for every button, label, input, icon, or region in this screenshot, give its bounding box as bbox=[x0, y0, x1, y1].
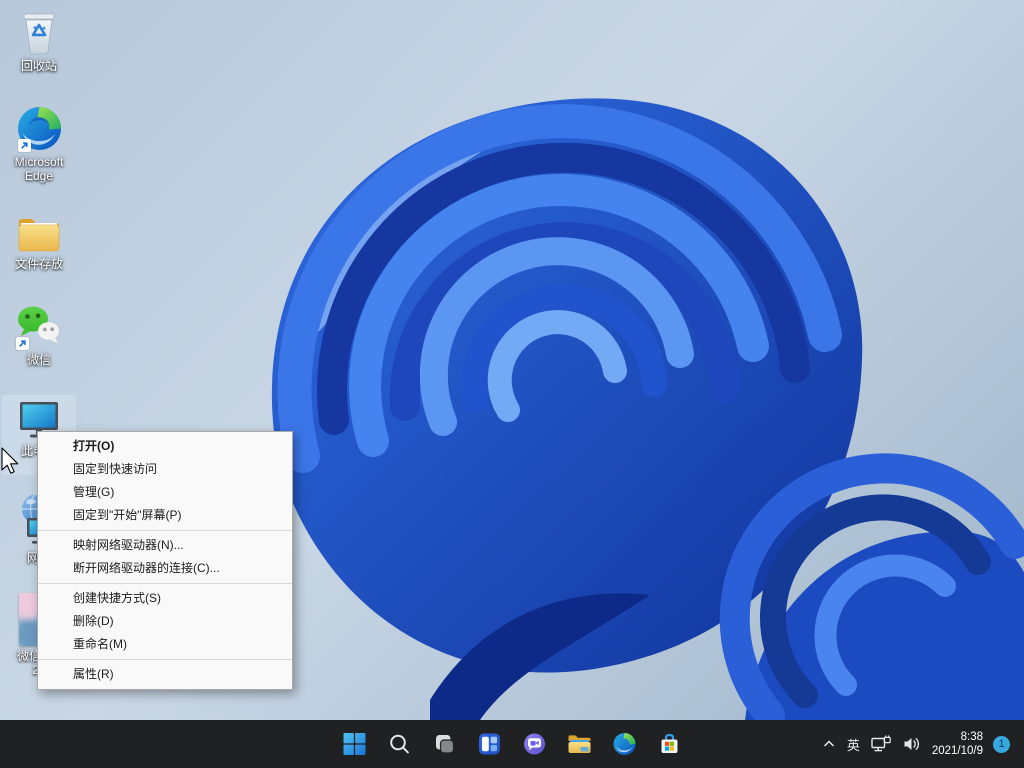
desktop[interactable]: 回收站 Microsoft Edge 文件存放 bbox=[0, 0, 1024, 768]
icon-label: Microsoft Edge bbox=[2, 155, 76, 183]
chevron-up-icon bbox=[821, 736, 837, 752]
shortcut-arrow-icon bbox=[18, 139, 31, 152]
wechat-icon bbox=[14, 298, 64, 350]
tray-date: 2021/10/9 bbox=[932, 744, 983, 758]
search-button[interactable] bbox=[380, 724, 420, 764]
clock[interactable]: 8:38 2021/10/9 bbox=[932, 730, 983, 758]
desktop-icon-folder[interactable]: 文件存放 bbox=[2, 202, 76, 271]
menu-item-manage[interactable]: 管理(G) bbox=[38, 481, 292, 504]
microsoft-store-icon bbox=[658, 732, 682, 756]
context-menu-group: 创建快捷方式(S) 删除(D) 重命名(M) bbox=[38, 583, 292, 656]
notification-badge[interactable]: 1 bbox=[993, 736, 1010, 753]
tray-chevron-button[interactable] bbox=[821, 736, 837, 752]
menu-item-disconnect-network-drive[interactable]: 断开网络驱动器的连接(C)... bbox=[38, 557, 292, 580]
menu-item-delete[interactable]: 删除(D) bbox=[38, 610, 292, 633]
taskbar-center-icons bbox=[335, 720, 690, 768]
taskbar: 英 8:38 2021/10 bbox=[0, 720, 1024, 768]
store-button[interactable] bbox=[650, 724, 690, 764]
mouse-cursor bbox=[1, 447, 21, 477]
system-tray: 英 8:38 2021/10 bbox=[821, 720, 1024, 768]
context-menu-group: 映射网络驱动器(N)... 断开网络驱动器的连接(C)... bbox=[38, 530, 292, 580]
menu-item-open[interactable]: 打开(O) bbox=[38, 435, 292, 458]
taskbar-edge-button[interactable] bbox=[605, 724, 645, 764]
menu-item-pin-to-start[interactable]: 固定到"开始"屏幕(P) bbox=[38, 504, 292, 527]
chat-button[interactable] bbox=[515, 724, 555, 764]
file-explorer-icon bbox=[567, 732, 593, 756]
chat-icon bbox=[523, 732, 547, 756]
menu-item-map-network-drive[interactable]: 映射网络驱动器(N)... bbox=[38, 534, 292, 557]
start-button[interactable] bbox=[335, 724, 375, 764]
ime-indicator[interactable]: 英 bbox=[847, 735, 860, 754]
menu-item-create-shortcut[interactable]: 创建快捷方式(S) bbox=[38, 587, 292, 610]
task-view-button[interactable] bbox=[425, 724, 465, 764]
network-tray-button[interactable] bbox=[870, 734, 892, 754]
icon-label: 文件存放 bbox=[15, 257, 63, 271]
wired-network-icon bbox=[870, 734, 892, 754]
volume-tray-button[interactable] bbox=[902, 734, 922, 754]
folder-icon bbox=[16, 202, 62, 254]
menu-item-pin-quick-access[interactable]: 固定到快速访问 bbox=[38, 458, 292, 481]
widgets-icon bbox=[478, 732, 502, 756]
tray-time: 8:38 bbox=[932, 730, 983, 744]
task-view-icon bbox=[433, 732, 457, 756]
icon-label: 回收站 bbox=[21, 59, 57, 73]
recycle-bin-icon bbox=[17, 4, 61, 56]
widgets-button[interactable] bbox=[470, 724, 510, 764]
speaker-icon bbox=[902, 734, 922, 754]
desktop-icon-edge[interactable]: Microsoft Edge bbox=[2, 100, 76, 183]
desktop-icon-wechat[interactable]: 微信 bbox=[2, 298, 76, 367]
menu-item-properties[interactable]: 属性(R) bbox=[38, 663, 292, 686]
edge-icon bbox=[613, 732, 637, 756]
search-icon bbox=[388, 732, 412, 756]
context-menu-group: 属性(R) bbox=[38, 659, 292, 686]
file-explorer-button[interactable] bbox=[560, 724, 600, 764]
context-menu-group: 打开(O) 固定到快速访问 管理(G) 固定到"开始"屏幕(P) bbox=[38, 435, 292, 527]
windows-logo-icon bbox=[343, 732, 367, 756]
edge-icon bbox=[16, 100, 63, 152]
icon-label: 微信 bbox=[27, 353, 51, 367]
menu-item-rename[interactable]: 重命名(M) bbox=[38, 633, 292, 656]
desktop-icon-recycle-bin[interactable]: 回收站 bbox=[2, 4, 76, 73]
context-menu: 打开(O) 固定到快速访问 管理(G) 固定到"开始"屏幕(P) 映射网络驱动器… bbox=[37, 431, 293, 690]
shortcut-arrow-icon bbox=[16, 337, 29, 350]
